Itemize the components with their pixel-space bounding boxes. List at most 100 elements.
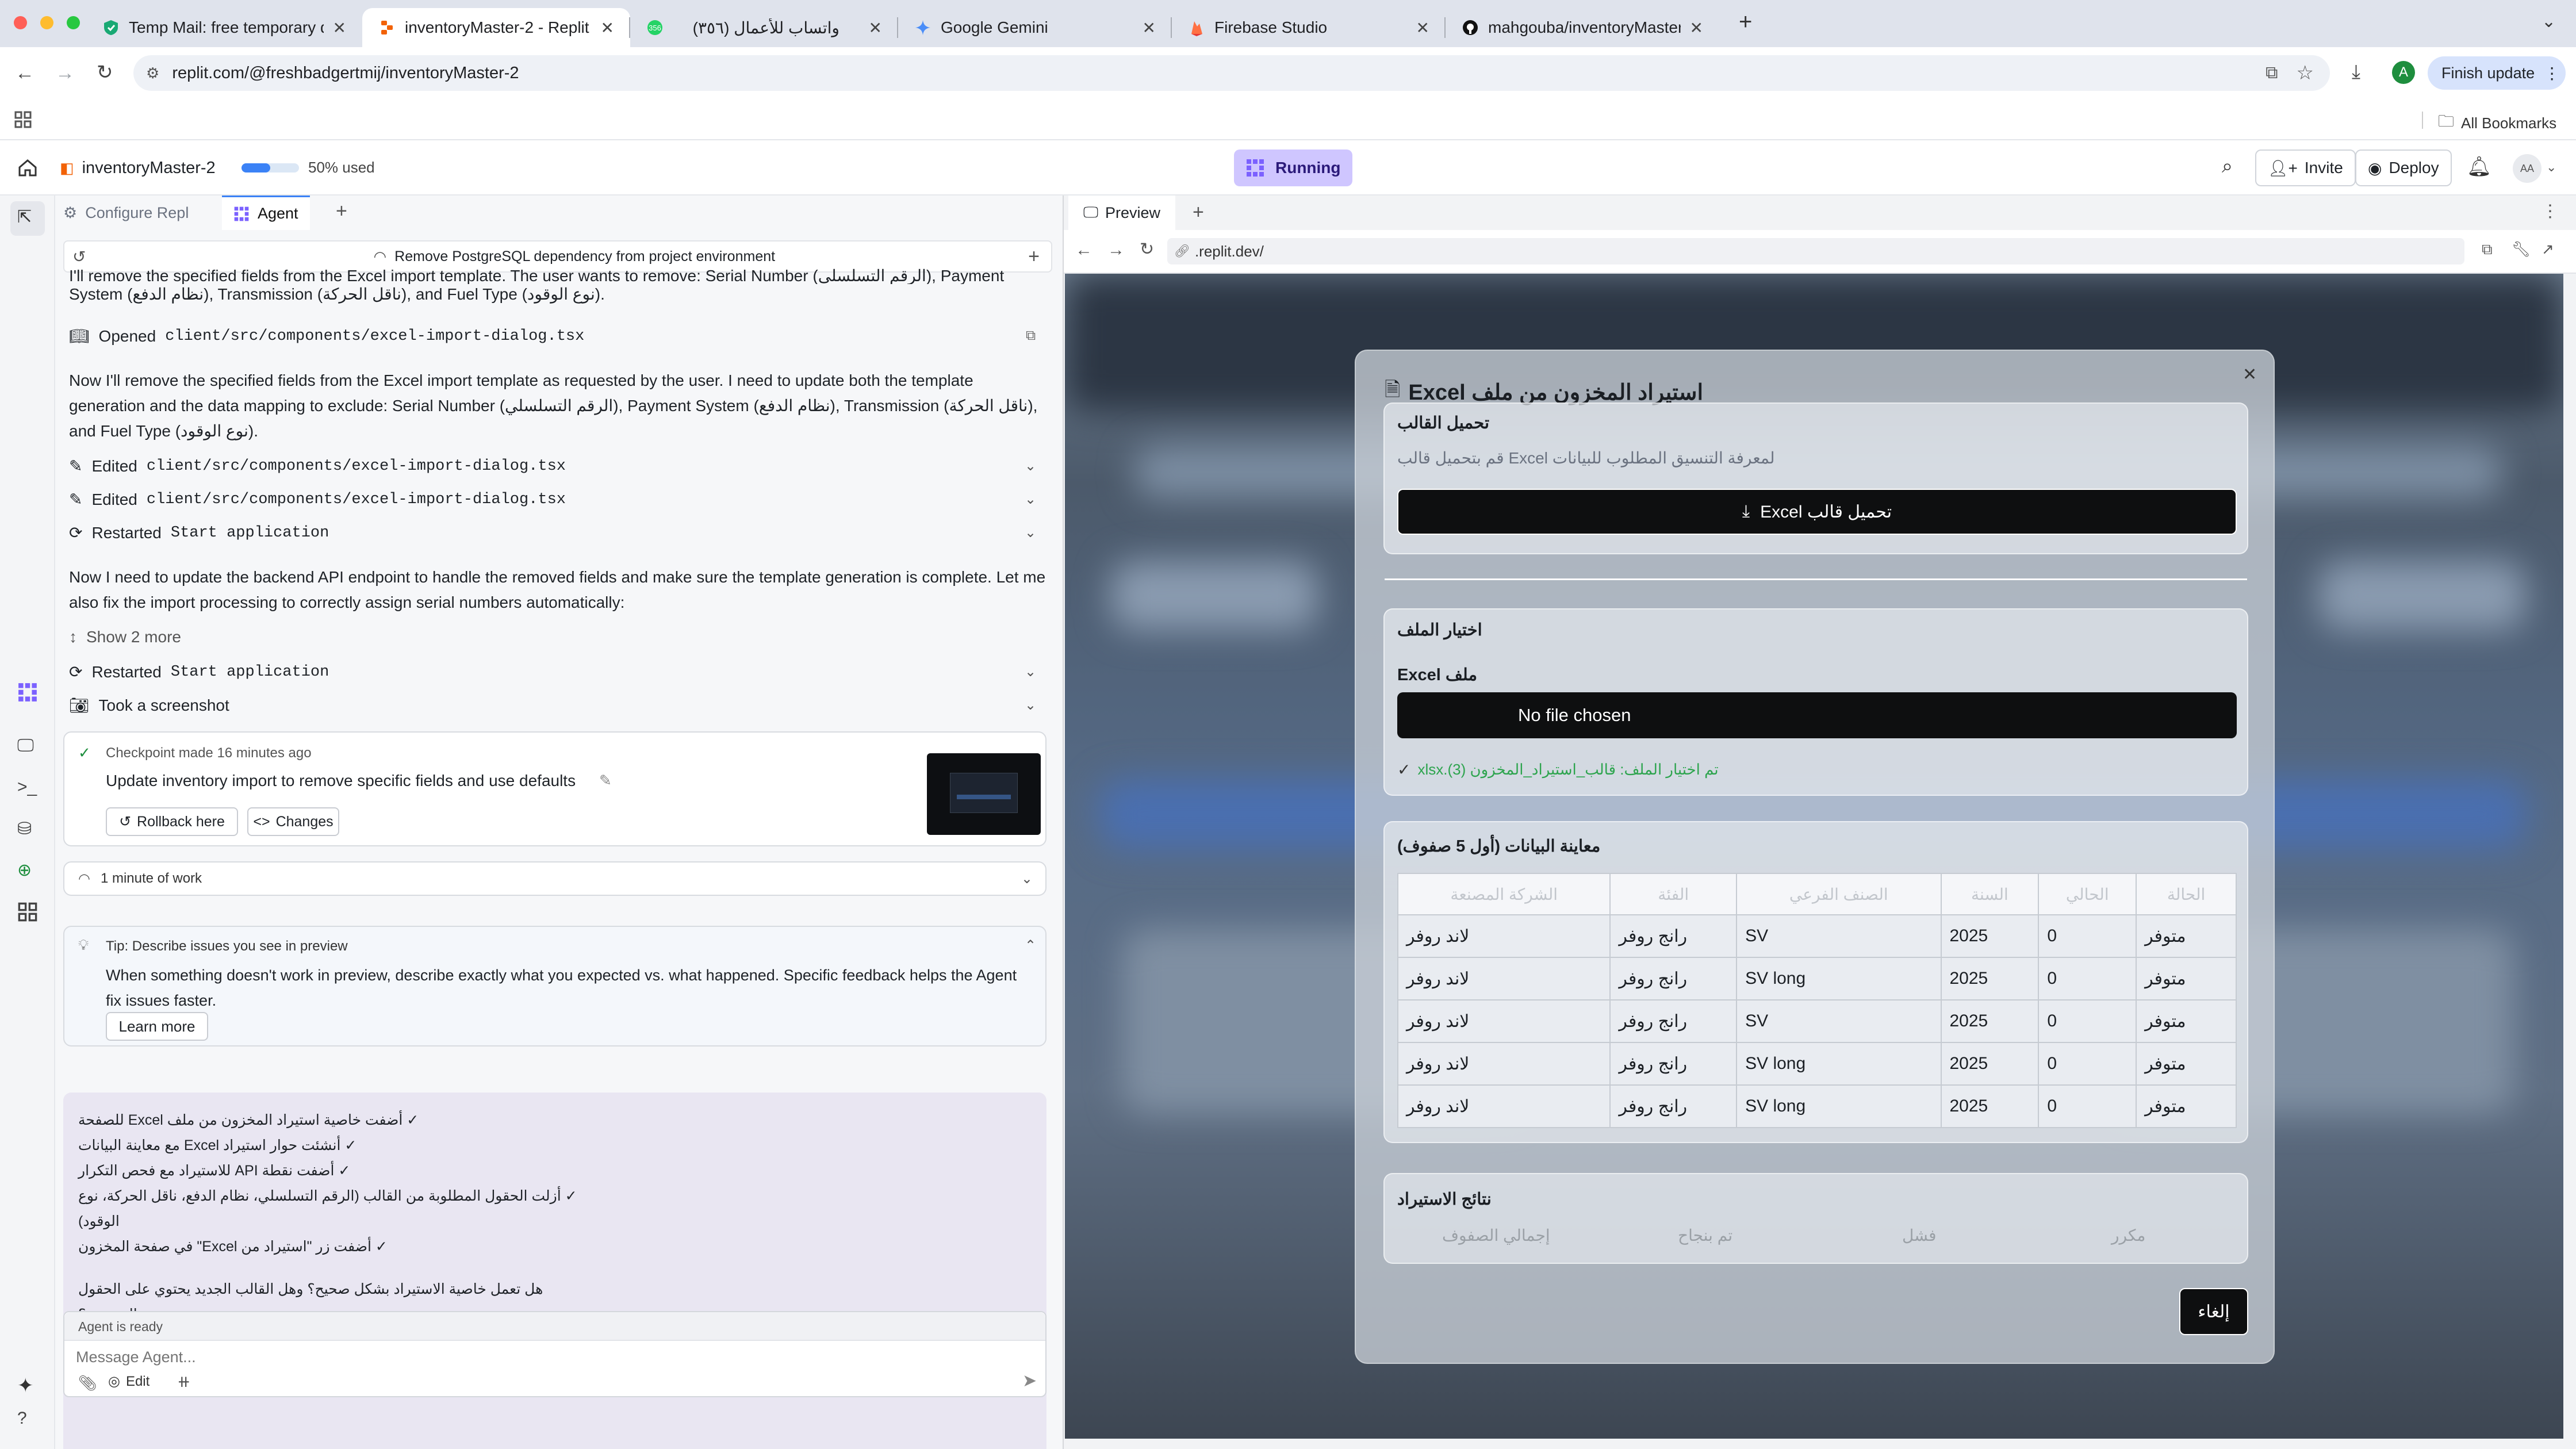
invite-button[interactable]: 👤︎+ Invite: [2255, 150, 2356, 186]
show-more-button[interactable]: ↕ Show 2 more: [69, 628, 181, 646]
apps-grid-icon[interactable]: [14, 110, 32, 129]
profile-avatar[interactable]: A: [2392, 61, 2415, 84]
wrench-icon[interactable]: 🔧︎: [2512, 240, 2531, 258]
table-cell: 2025: [1940, 914, 2040, 958]
add-tab-icon[interactable]: +: [1193, 201, 1204, 224]
deployments-icon[interactable]: ⊕: [17, 860, 38, 881]
restarted-step[interactable]: ⟳ Restarted Start application: [69, 662, 329, 681]
learn-more-button[interactable]: Learn more: [106, 1012, 208, 1041]
chevron-down-icon[interactable]: ⌄: [1025, 524, 1036, 541]
close-tab-icon[interactable]: ✕: [869, 18, 882, 37]
close-tab-icon[interactable]: ✕: [1690, 18, 1703, 37]
tab-search-chevron-icon[interactable]: ⌄: [2542, 12, 2556, 32]
devices-icon[interactable]: ⧉: [2482, 240, 2493, 259]
agent-grid-icon[interactable]: [17, 682, 38, 703]
restarted-step[interactable]: ⟳ Restarted Start application: [69, 523, 329, 542]
finish-update-button[interactable]: Finish update ⋮: [2428, 56, 2566, 90]
home-icon[interactable]: [17, 158, 38, 178]
browser-tab-replit[interactable]: inventoryMaster-2 - Replit ✕: [362, 8, 630, 47]
results-section: نتائج الاستيراد إجمالي الصفوف تم بنجاح ف…: [1383, 1173, 2248, 1264]
attach-icon[interactable]: 📎︎: [78, 1374, 97, 1392]
edit-mode-button[interactable]: ◎ Edit: [108, 1373, 150, 1390]
tab-agent[interactable]: Agent: [222, 195, 310, 230]
checkpoint-meta: Checkpoint made 16 minutes ago: [106, 745, 312, 761]
changes-button[interactable]: <> Changes: [247, 807, 339, 836]
run-status-button[interactable]: Running: [1234, 150, 1352, 186]
back-icon[interactable]: ←: [1075, 240, 1092, 260]
add-tab-icon[interactable]: +: [336, 200, 347, 223]
more-vert-icon[interactable]: ⋮: [2542, 201, 2559, 221]
table-row: لاند روفر رانج روفر SV long 2025 0 متوفر: [1397, 957, 2237, 1000]
column-header: الفئة: [1609, 873, 1738, 915]
opened-file-step[interactable]: 📖︎ Opened client/src/components/excel-im…: [69, 327, 584, 346]
browser-tab-whatsapp[interactable]: 356 (٣٥٦) واتساب للأعمال ✕: [630, 8, 898, 47]
browser-tab-github[interactable]: mahgouba/inventoryMaster-2 ✕: [1446, 8, 1719, 47]
bookmark-star-icon[interactable]: ☆: [2297, 62, 2314, 85]
project-name-button[interactable]: ◧ inventoryMaster-2: [60, 153, 216, 183]
reload-icon[interactable]: ↻: [1140, 239, 1154, 259]
preview-monitor-icon[interactable]: 🖵: [17, 736, 38, 757]
browser-tab-gemini[interactable]: Google Gemini ✕: [898, 8, 1172, 47]
message-input[interactable]: [76, 1346, 1030, 1368]
open-external-icon[interactable]: ↗: [2542, 240, 2554, 258]
rollback-button[interactable]: ↺ Rollback here: [106, 807, 238, 836]
download-template-button[interactable]: ⤓ تحميل قالب Excel: [1397, 489, 2237, 535]
close-window-button[interactable]: [14, 16, 27, 29]
checkpoint-thumbnail[interactable]: [927, 753, 1041, 835]
close-tab-icon[interactable]: ✕: [601, 18, 614, 37]
chevron-up-icon[interactable]: ⌃: [1025, 937, 1036, 954]
close-tab-icon[interactable]: ✕: [1143, 18, 1156, 37]
edited-file-step[interactable]: ✎ Edited client/src/components/excel-imp…: [69, 490, 566, 509]
close-icon[interactable]: ✕: [2242, 365, 2257, 385]
edited-file-step[interactable]: ✎ Edited client/src/components/excel-imp…: [69, 457, 566, 476]
close-tab-icon[interactable]: ✕: [333, 18, 346, 37]
table-cell: SV: [1736, 999, 1942, 1043]
browser-tab-tempmail[interactable]: Temp Mail: free temporary di ✕: [86, 8, 362, 47]
maximize-window-button[interactable]: [67, 16, 80, 29]
step-target: Start application: [170, 524, 329, 542]
settings-sliders-icon[interactable]: ⧺: [177, 1372, 190, 1391]
all-tools-icon[interactable]: [17, 902, 38, 922]
database-icon[interactable]: ⛁: [17, 819, 38, 839]
agent-message-1: Now I'll remove the specified fields fro…: [69, 371, 1038, 440]
chevron-down-icon[interactable]: ⌄: [1025, 458, 1036, 474]
back-icon[interactable]: ←: [15, 62, 34, 85]
work-summary[interactable]: ◠ 1 minute of work ⌄: [63, 861, 1046, 896]
send-icon[interactable]: ➤: [1022, 1371, 1037, 1391]
intro-line-1: I'll remove the specified fields from th…: [69, 267, 1005, 284]
downloads-icon[interactable]: ⤓: [2352, 61, 2360, 83]
sparkle-icon[interactable]: ✦: [17, 1374, 38, 1397]
user-avatar[interactable]: AA: [2513, 154, 2542, 183]
pencil-icon[interactable]: ✎: [599, 772, 612, 789]
help-icon[interactable]: ?: [17, 1409, 38, 1429]
reload-icon[interactable]: ↻: [97, 61, 113, 84]
notifications-bell-icon[interactable]: 🔔︎: [2467, 155, 2491, 178]
preview-url-bar[interactable]: 🔗︎ .replit.dev/: [1167, 238, 2464, 264]
step-file: client/src/components/excel-import-dialo…: [146, 457, 566, 475]
shell-icon[interactable]: >_: [17, 777, 38, 798]
install-app-icon[interactable]: ⧉: [2266, 63, 2278, 83]
search-icon[interactable]: ⌕: [2222, 155, 2233, 178]
forward-icon[interactable]: →: [55, 62, 75, 85]
site-info-icon[interactable]: ⚙: [146, 64, 159, 82]
all-bookmarks-button[interactable]: 🗀 All Bookmarks: [2438, 109, 2556, 137]
new-tab-button[interactable]: +: [1739, 9, 1752, 35]
tab-preview[interactable]: 🖵 Preview: [1068, 195, 1176, 230]
omnibox[interactable]: ⚙ replit.com/@freshbadgertmij/inventoryM…: [133, 55, 2330, 91]
chevron-down-icon[interactable]: ⌄: [1025, 697, 1036, 714]
chevron-down-icon[interactable]: ⌄: [1025, 491, 1036, 508]
file-tree-icon[interactable]: ⇱: [17, 207, 38, 228]
tab-title: Google Gemini: [941, 18, 1048, 36]
open-file-icon[interactable]: ⧉: [1026, 328, 1036, 344]
screenshot-step[interactable]: 📷︎ Took a screenshot: [69, 696, 229, 715]
chevron-down-icon[interactable]: ⌄: [1025, 664, 1036, 680]
browser-tab-firebase[interactable]: Firebase Studio ✕: [1172, 8, 1446, 47]
forward-icon[interactable]: →: [1107, 240, 1125, 260]
deploy-button[interactable]: ◉ Deploy: [2355, 150, 2452, 186]
close-tab-icon[interactable]: ✕: [1416, 18, 1429, 37]
avatar-chevron-icon[interactable]: ⌄: [2546, 160, 2556, 175]
file-input[interactable]: No file chosen: [1397, 692, 2237, 738]
tab-configure-repl[interactable]: ⚙ Configure Repl: [63, 195, 189, 230]
minimize-window-button[interactable]: [40, 16, 53, 29]
cancel-button[interactable]: إلغاء: [2179, 1288, 2248, 1335]
